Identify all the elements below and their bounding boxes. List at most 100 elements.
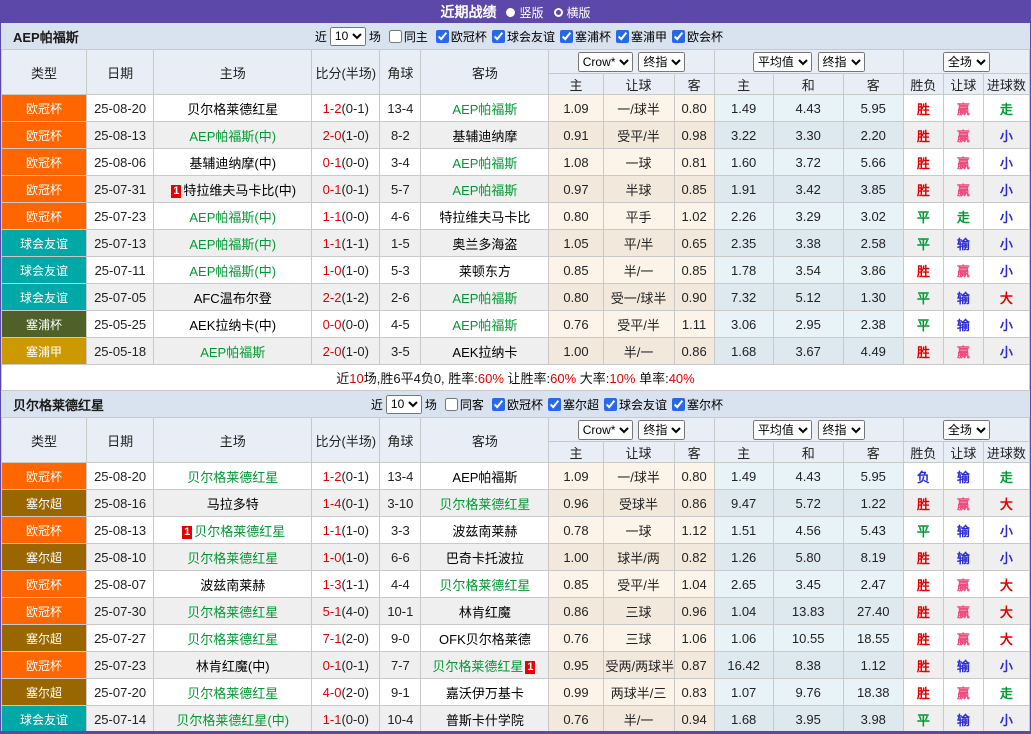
league-filter-item[interactable]: 欧冠杯	[487, 396, 543, 413]
league-filter-item[interactable]: 塞尔超	[543, 396, 599, 413]
league-type-cell: 欧冠杯	[2, 122, 87, 149]
match-date-cell: 25-07-23	[87, 203, 154, 230]
red-card-badge: 1	[171, 185, 181, 198]
same-venue-filter[interactable]: 同主	[384, 28, 428, 45]
match-row: 欧冠杯25-08-06基辅迪纳摩(中)0-1(0-0)3-4AEP帕福斯1.08…	[2, 149, 1030, 176]
average-home-odds: 2.65	[714, 571, 773, 598]
team-section: AEP帕福斯 近 10 场 同主 欧冠杯球会友谊塞浦杯塞浦甲欧会杯	[1, 23, 1030, 391]
handicap-line: 受球半	[603, 490, 674, 517]
team-header-bar: AEP帕福斯 近 10 场 同主 欧冠杯球会友谊塞浦杯塞浦甲欧会杯	[1, 23, 1030, 49]
score-cell: 1-1(1-0)	[312, 517, 380, 544]
match-count-select[interactable]: 10	[330, 27, 366, 46]
league-checkbox[interactable]	[604, 398, 617, 411]
match-row: 塞尔超25-08-16马拉多特1-4(0-1)3-10贝尔格莱德红星0.96受球…	[2, 490, 1030, 517]
result-handicap: 输	[943, 652, 983, 679]
odds-company-select[interactable]: Crow*	[578, 52, 633, 72]
layout-option-horizontal[interactable]: 横版	[554, 4, 591, 21]
layout-option-vertical[interactable]: 竖版	[506, 4, 543, 21]
team-name: 波兹南莱赫	[452, 524, 517, 539]
match-count-select[interactable]: 10	[386, 395, 422, 414]
half-time-score: (1-1)	[341, 236, 368, 251]
match-row: 塞浦杯25-05-25AEK拉纳卡(中)0-0(0-0)4-5AEP帕福斯0.7…	[2, 311, 1030, 338]
league-checkbox[interactable]	[548, 398, 561, 411]
league-filter-item[interactable]: 塞浦甲	[611, 28, 667, 45]
full-time-score: 1-3	[323, 577, 342, 592]
league-checkbox[interactable]	[616, 30, 629, 43]
team-name: AEP帕福斯(中)	[189, 129, 276, 144]
radio-selected-icon[interactable]	[506, 8, 515, 17]
away-team-cell: AEP帕福斯	[421, 149, 549, 176]
match-date-cell: 25-08-07	[87, 571, 154, 598]
league-checkbox[interactable]	[436, 30, 449, 43]
average-away-odds: 5.43	[843, 517, 903, 544]
result-handicap: 输	[943, 230, 983, 257]
handicap-line: 平手	[603, 203, 674, 230]
handicap-home-odds: 1.05	[549, 230, 603, 257]
team-name: 贝尔格莱德红星	[439, 497, 530, 512]
odds-time-select[interactable]: 终指	[638, 52, 685, 72]
match-row: 球会友谊25-07-05AFC温布尔登2-2(1-2)2-6AEP帕福斯0.80…	[2, 284, 1030, 311]
average-type-select[interactable]: 平均值	[753, 420, 812, 440]
result-outcome: 胜	[903, 95, 943, 122]
league-checkbox[interactable]	[560, 30, 573, 43]
league-type-cell: 球会友谊	[2, 257, 87, 284]
handicap-line: 受一/球半	[603, 284, 674, 311]
match-date-cell: 25-05-25	[87, 311, 154, 338]
league-badge: 欧冠杯	[2, 598, 86, 624]
average-draw-odds: 3.45	[773, 571, 843, 598]
league-checkbox[interactable]	[492, 30, 505, 43]
corners-cell: 8-2	[380, 122, 421, 149]
average-time-select[interactable]: 终指	[818, 52, 865, 72]
league-filter-label: 塞浦杯	[575, 28, 611, 45]
same-venue-checkbox[interactable]	[389, 30, 402, 43]
half-time-score: (1-0)	[341, 344, 368, 359]
league-filter-item[interactable]: 欧冠杯	[431, 28, 487, 45]
league-checkbox[interactable]	[672, 398, 685, 411]
average-draw-odds: 3.95	[773, 706, 843, 733]
score-cell: 2-2(1-2)	[312, 284, 380, 311]
col-header-score: 比分(半场)	[312, 418, 380, 463]
same-venue-checkbox[interactable]	[445, 398, 458, 411]
away-team-cell: OFK贝尔格莱德	[421, 625, 549, 652]
sub-header-average-draw: 和	[773, 442, 843, 463]
league-checkbox[interactable]	[492, 398, 505, 411]
handicap-home-odds: 1.00	[549, 338, 603, 365]
league-badge: 欧冠杯	[2, 149, 86, 175]
corners-cell: 3-10	[380, 490, 421, 517]
team-name: AEP帕福斯	[452, 156, 517, 171]
average-away-odds: 1.12	[843, 652, 903, 679]
team-name: 莱顿东方	[459, 264, 511, 279]
same-venue-filter[interactable]: 同客	[440, 396, 484, 413]
away-team-cell: 贝尔格莱德红星	[421, 571, 549, 598]
result-goals: 小	[983, 203, 1029, 230]
full-time-score: 1-1	[323, 523, 342, 538]
result-goals: 小	[983, 517, 1029, 544]
half-time-score: (0-0)	[341, 209, 368, 224]
average-type-select[interactable]: 平均值	[753, 52, 812, 72]
league-filter-item[interactable]: 球会友谊	[487, 28, 555, 45]
scope-select[interactable]: 全场	[943, 52, 990, 72]
odds-time-select[interactable]: 终指	[638, 420, 685, 440]
average-draw-odds: 4.43	[773, 95, 843, 122]
result-goals: 小	[983, 652, 1029, 679]
team-name: 贝尔格莱德红星	[187, 470, 278, 485]
result-outcome: 胜	[903, 490, 943, 517]
league-checkbox[interactable]	[672, 30, 685, 43]
average-away-odds: 1.22	[843, 490, 903, 517]
scope-select[interactable]: 全场	[943, 420, 990, 440]
league-filter-item[interactable]: 欧会杯	[667, 28, 723, 45]
league-badge: 欧冠杯	[2, 463, 86, 489]
score-cell: 1-1(1-1)	[312, 230, 380, 257]
radio-unselected-icon[interactable]	[554, 8, 563, 17]
league-filter-item[interactable]: 球会友谊	[599, 396, 667, 413]
odds-company-select[interactable]: Crow*	[578, 420, 633, 440]
league-filter-item[interactable]: 塞浦杯	[555, 28, 611, 45]
corners-cell: 4-6	[380, 203, 421, 230]
result-handicap: 输	[943, 311, 983, 338]
average-time-select[interactable]: 终指	[818, 420, 865, 440]
score-cell: 1-2(0-1)	[312, 463, 380, 490]
league-filter-item[interactable]: 塞尔杯	[667, 396, 723, 413]
average-away-odds: 4.49	[843, 338, 903, 365]
half-time-score: (0-1)	[341, 658, 368, 673]
red-card-badge: 1	[182, 526, 192, 539]
